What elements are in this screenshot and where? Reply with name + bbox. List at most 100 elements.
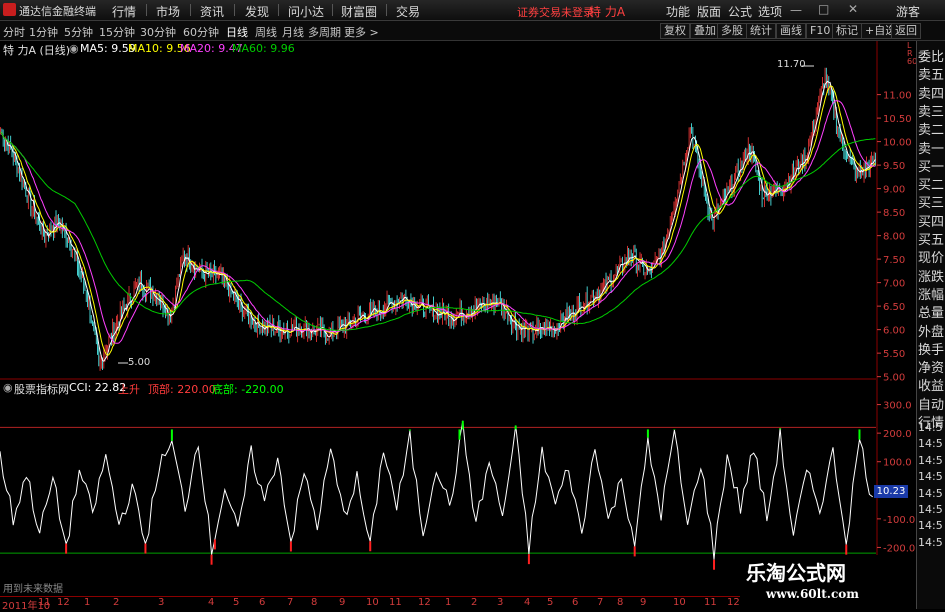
date-tick: 5	[547, 597, 554, 608]
indicator-axis: 300.0200.0100.00.00-100.0-200.0	[877, 401, 915, 554]
side-panel-label: 收益	[918, 379, 945, 395]
future-data-note: 用到未来数据	[3, 584, 63, 595]
menu-layout[interactable]: 版面	[697, 3, 721, 20]
date-tick: 11	[389, 597, 402, 608]
side-panel-label: 卖五	[918, 68, 945, 84]
maximize-icon[interactable]: □	[818, 2, 829, 16]
period-60min[interactable]: 60分钟	[183, 24, 219, 40]
menu-formula[interactable]: 公式	[728, 3, 752, 20]
rise-label: 上升	[118, 383, 140, 396]
menu-options[interactable]: 选项	[758, 3, 782, 20]
menu-function[interactable]: 功能	[666, 3, 690, 20]
multi-stock-button[interactable]: 多股	[717, 23, 747, 39]
period-monthly[interactable]: 月线	[282, 24, 304, 40]
watermark-title: 乐淘公式网	[746, 561, 846, 585]
date-tick: 8	[617, 597, 624, 608]
period-1min[interactable]: 1分钟	[29, 24, 58, 40]
date-tick: 1	[445, 597, 452, 608]
overlay-button[interactable]: 叠加	[690, 23, 720, 39]
tick-time: 14:5	[918, 519, 943, 533]
current-stock-name: 特 力A	[589, 5, 626, 19]
back-button[interactable]: 返回	[891, 23, 921, 39]
price-tick-label: 8.50	[883, 208, 905, 219]
tick-time: 14:5	[918, 470, 943, 484]
guest-label[interactable]: 游客	[896, 3, 920, 20]
indicator-settings-icon[interactable]: ◉	[3, 381, 13, 394]
watermark-url: www.60lt.com	[766, 587, 859, 601]
app-logo-icon	[3, 3, 16, 16]
period-daily[interactable]: 日线	[226, 24, 248, 40]
date-tick: 12	[727, 597, 740, 608]
top-label: 顶部: 220.00	[148, 383, 216, 396]
side-panel-label: 外盘	[918, 324, 945, 340]
statistics-button[interactable]: 统计	[746, 23, 776, 39]
side-panel-label[interactable]: 自动	[918, 394, 944, 413]
side-panel-label: 买三	[918, 196, 945, 212]
period-intraday[interactable]: 分时	[3, 24, 25, 40]
menu-separator	[234, 4, 235, 16]
menu-separator	[190, 4, 191, 16]
menu-wealth-circle[interactable]: 财富圈	[341, 3, 377, 20]
menu-news[interactable]: 资讯	[200, 3, 224, 20]
watermark: 乐淘公式网 www.60lt.com	[740, 555, 916, 609]
high-price-label: 11.70	[777, 59, 806, 70]
price-tick-label: 9.50	[883, 161, 905, 172]
menu-trade[interactable]: 交易	[396, 3, 420, 20]
side-panel-label: 涨幅	[918, 287, 945, 303]
cci-series	[0, 420, 874, 570]
period-more[interactable]: 更多 >	[344, 24, 379, 40]
f10-button[interactable]: F10	[806, 23, 835, 39]
tick-time: 14:5	[918, 486, 943, 500]
indicator-tick-label: -200.0	[883, 543, 915, 554]
side-panel-label: 买一	[918, 159, 945, 175]
price-tick-label: 7.50	[883, 255, 905, 266]
price-tick-label: 6.00	[883, 326, 905, 337]
price-tick-label: 8.00	[883, 232, 905, 243]
kline-chart[interactable]: 11.00 10.50 10.00 9.50 9.00 8.50 8.00 7.50 7.00 6…	[0, 41, 916, 596]
date-tick: 9	[339, 597, 346, 608]
period-bar: 分时 1分钟 5分钟 15分钟 30分钟 60分钟 日线 周线 月线 多周期 更…	[0, 21, 945, 41]
side-panel-label: 卖三	[918, 104, 945, 120]
period-5min[interactable]: 5分钟	[64, 24, 93, 40]
menu-discover[interactable]: 发现	[245, 3, 269, 20]
mark-button[interactable]: 标记	[832, 23, 862, 39]
top-menu-bar: 通达信金融终端 行情 市场 资讯 发现 问小达 财富圈 交易 证券交易未登录 特…	[0, 0, 945, 21]
date-tick: 4	[524, 597, 531, 608]
draw-line-button[interactable]: 画线	[776, 23, 806, 39]
minimize-icon[interactable]: —	[790, 3, 802, 17]
period-30min[interactable]: 30分钟	[140, 24, 176, 40]
date-tick: 4	[208, 597, 215, 608]
date-tick: 11	[704, 597, 717, 608]
adjust-button[interactable]: 复权	[660, 23, 690, 39]
date-tick: 10	[366, 597, 379, 608]
date-tick: 2	[113, 597, 120, 608]
period-weekly[interactable]: 周线	[255, 24, 277, 40]
tick-time: 14:5	[918, 503, 943, 516]
menu-market[interactable]: 市场	[156, 3, 180, 20]
date-tick: 1	[84, 597, 91, 608]
period-multi[interactable]: 多周期	[308, 24, 341, 40]
login-status[interactable]: 证券交易未登录	[517, 4, 594, 20]
side-panel-label: 买四	[918, 214, 945, 230]
menu-quotes[interactable]: 行情	[112, 3, 136, 20]
price-tick-label: 7.00	[883, 279, 905, 290]
tick-time: 14:5	[918, 437, 943, 451]
date-tick: 6	[259, 597, 266, 608]
cci-line	[0, 420, 874, 560]
menu-separator	[278, 4, 279, 16]
period-15min[interactable]: 15分钟	[99, 24, 135, 40]
price-axis: 11.00 10.50 10.00 9.50 9.00 8.50 8.00 7.50 7.00 6…	[0, 41, 912, 596]
menu-ask[interactable]: 问小达	[288, 3, 324, 20]
indicator-tick-label: -100.0	[883, 515, 915, 526]
close-icon[interactable]: ✕	[848, 2, 858, 16]
side-panel-label: 总量	[918, 306, 945, 322]
indicator-name: 股票指标网	[14, 383, 69, 396]
tick-time: 14:5	[918, 453, 943, 467]
indicator-info-bar: ◉ 股票指标网 CCI: 22.82 上升 顶部: 220.00 底部: -22…	[0, 380, 915, 396]
menu-separator	[332, 4, 333, 16]
ma5-line	[0, 80, 876, 362]
date-tick: 9	[640, 597, 647, 608]
price-tick-label: 10.00	[883, 138, 912, 149]
tick-time: 14:5	[918, 421, 943, 434]
bottom-label: 底部: -220.00	[212, 383, 284, 396]
